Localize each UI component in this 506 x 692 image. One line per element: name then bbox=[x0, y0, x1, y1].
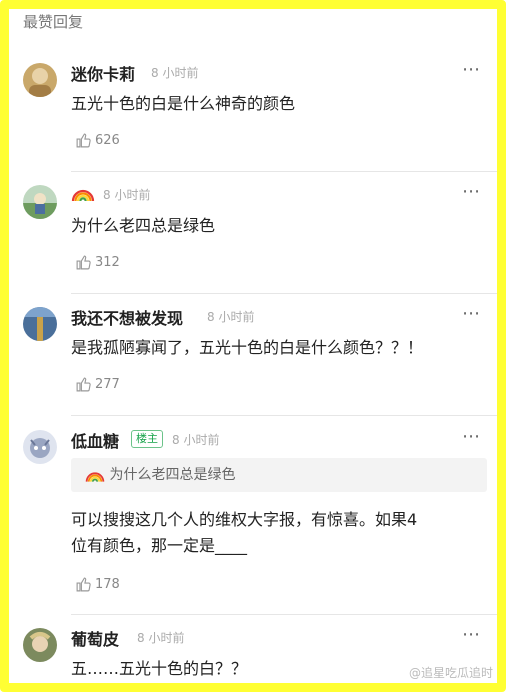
more-icon[interactable]: ⋯ bbox=[462, 303, 481, 324]
like-count: 178 bbox=[95, 577, 120, 592]
comment-time: 8 小时前 bbox=[151, 66, 199, 80]
comment-author-icon[interactable] bbox=[71, 181, 95, 205]
comment-author[interactable]: 低血糖 bbox=[71, 428, 119, 452]
op-badge: 楼主 bbox=[131, 430, 163, 448]
watermark: @追星吃瓜追时 bbox=[408, 666, 493, 680]
divider bbox=[71, 614, 497, 615]
thumbs-up-icon bbox=[76, 133, 91, 148]
rainbow-icon bbox=[85, 472, 105, 482]
like-button[interactable]: 178 bbox=[75, 576, 120, 593]
like-button[interactable]: 626 bbox=[75, 132, 120, 149]
comment-text-line-2: 位有颜色，那一定是____ bbox=[71, 536, 248, 555]
comment-time: 8 小时前 bbox=[172, 433, 220, 447]
more-icon[interactable]: ⋯ bbox=[462, 624, 481, 645]
like-count: 312 bbox=[95, 255, 120, 270]
screenshot-frame: 最赞回复 迷你卡莉 8 小时前 ⋯ 五光十色的白是什么神奇的颜色 626 8 小… bbox=[0, 0, 506, 692]
comment-author[interactable]: 葡萄皮 bbox=[71, 626, 119, 650]
like-button[interactable]: 277 bbox=[75, 376, 120, 393]
comment-time: 8 小时前 bbox=[137, 631, 185, 645]
thumbs-up-icon bbox=[76, 255, 91, 270]
divider bbox=[71, 415, 497, 416]
avatar[interactable] bbox=[23, 185, 57, 219]
more-icon[interactable]: ⋯ bbox=[462, 59, 481, 80]
comment-text-line-1: 可以搜搜这几个人的维权大字报，有惊喜。如果4 bbox=[71, 510, 418, 529]
avatar[interactable] bbox=[23, 307, 57, 341]
comment-time: 8 小时前 bbox=[207, 310, 255, 324]
quoted-reply[interactable]: 为什么老四总是绿色 bbox=[71, 458, 487, 492]
divider bbox=[71, 171, 497, 172]
quoted-text: 为什么老四总是绿色 bbox=[109, 467, 236, 483]
more-icon[interactable]: ⋯ bbox=[462, 426, 481, 447]
avatar[interactable] bbox=[23, 628, 57, 662]
like-count: 277 bbox=[95, 377, 120, 392]
comment-text: 五光十色的白是什么神奇的颜色 bbox=[71, 94, 296, 113]
like-button[interactable]: 312 bbox=[75, 254, 120, 271]
like-count: 626 bbox=[95, 133, 120, 148]
divider bbox=[71, 293, 497, 294]
thumbs-up-icon bbox=[76, 577, 91, 592]
comment-text: 为什么老四总是绿色 bbox=[71, 216, 216, 235]
section-title: 最赞回复 bbox=[23, 13, 84, 31]
comment-time: 8 小时前 bbox=[103, 188, 151, 202]
thumbs-up-icon bbox=[76, 377, 91, 392]
comment-text: 是我孤陋寡闻了，五光十色的白是什么颜色？？！ bbox=[71, 338, 424, 357]
comment-author[interactable]: 迷你卡莉 bbox=[71, 61, 135, 85]
more-icon[interactable]: ⋯ bbox=[462, 181, 481, 202]
avatar[interactable] bbox=[23, 63, 57, 97]
rainbow-icon bbox=[71, 189, 95, 202]
avatar[interactable] bbox=[23, 430, 57, 464]
comment-author[interactable]: 我还不想被发现 bbox=[71, 305, 183, 329]
